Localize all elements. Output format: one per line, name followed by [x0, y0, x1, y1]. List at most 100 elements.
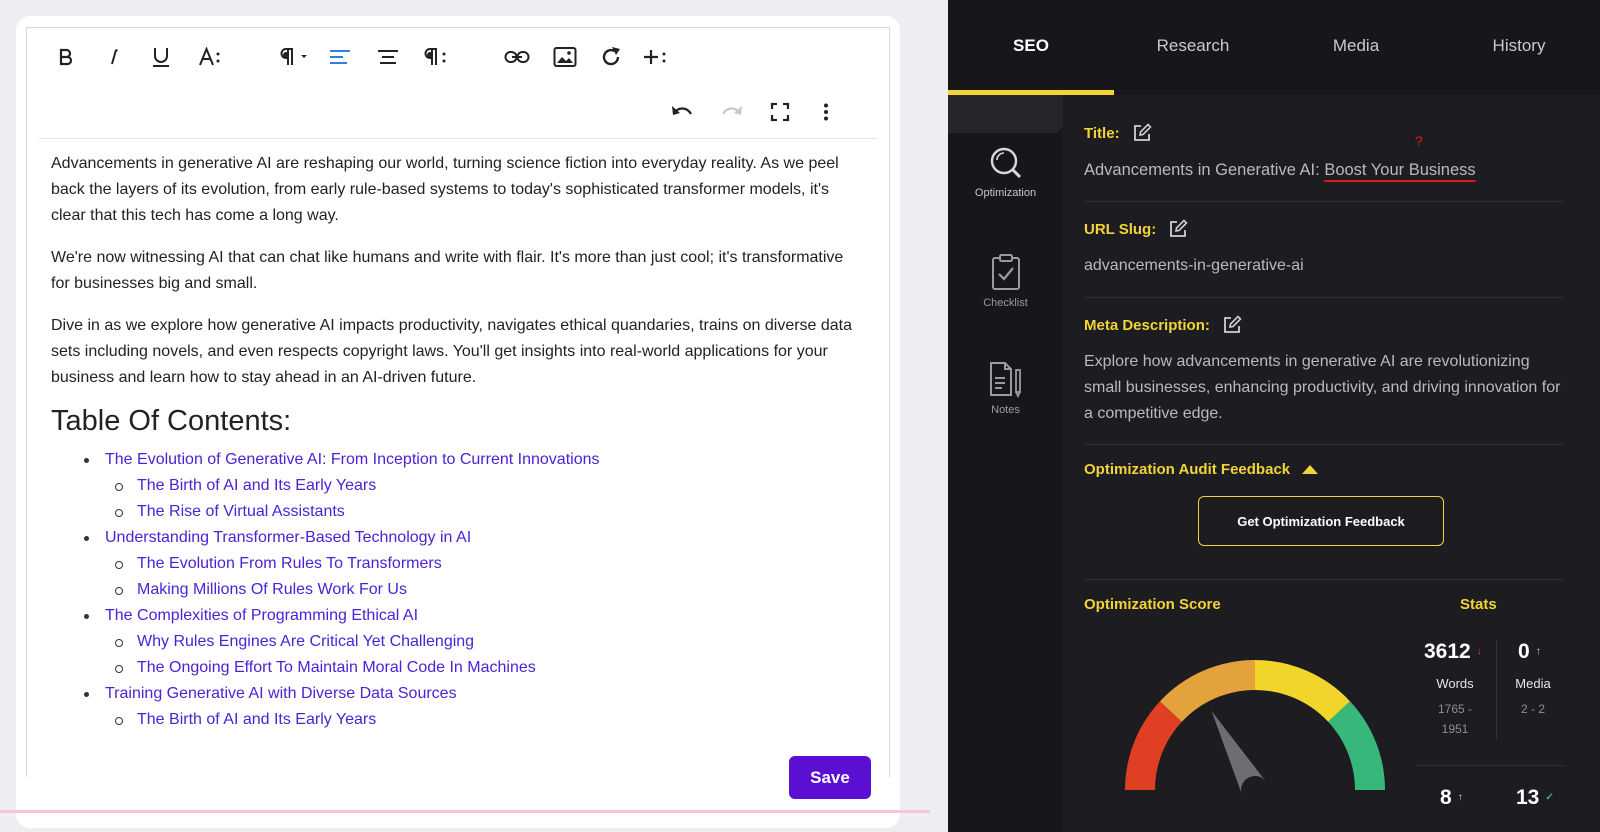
toc-link[interactable]: Training Generative AI with Diverse Data… — [105, 685, 457, 702]
stat-3-value: 8 ↑ — [1440, 786, 1463, 810]
get-feedback-button[interactable]: Get Optimization Feedback — [1198, 496, 1444, 546]
bottom-border — [0, 810, 930, 813]
paragraph: Dive in as we explore how generative AI … — [51, 317, 853, 386]
stats-divider — [1496, 640, 1497, 740]
caret-up-icon — [1302, 465, 1319, 474]
toc-subitem: The Birth of AI and Its Early Years — [51, 707, 863, 733]
toc-subitem: Making Millions Of Rules Work For Us — [51, 577, 863, 603]
side-nav-optimization[interactable]: Optimization — [948, 145, 1063, 199]
toc-item: Training Generative AI with Diverse Data… — [51, 681, 863, 707]
gauge-segment-red — [1125, 701, 1182, 790]
stat-media-value: 0 ↑ — [1518, 640, 1541, 664]
edit-title-icon[interactable] — [1132, 123, 1152, 143]
stat-words-range: 1765 - 1951 — [1424, 699, 1486, 739]
divider — [1084, 297, 1564, 298]
image-icon[interactable] — [551, 44, 579, 70]
divider — [1084, 201, 1564, 202]
tab-history[interactable]: History — [1436, 0, 1600, 95]
slug-value[interactable]: advancements-in-generative-ai — [1084, 253, 1564, 279]
stat-words-value: 3612 ↓ — [1424, 640, 1482, 664]
gauge-segment-orange — [1159, 660, 1255, 722]
redo-icon — [719, 100, 745, 124]
divider — [1416, 765, 1566, 766]
toc-item: The Complexities of Programming Ethical … — [51, 603, 863, 629]
more-vertical-icon[interactable] — [815, 99, 837, 125]
score-label: Optimization Score — [1084, 596, 1221, 613]
stat-media-range: 2 - 2 — [1520, 702, 1545, 716]
stat-words-range-min: 1765 - — [1437, 702, 1473, 716]
tab-seo[interactable]: SEO — [948, 0, 1114, 95]
warning-mark: ? — [1415, 133, 1423, 149]
toc-heading: Table Of Contents: — [51, 405, 292, 437]
redo-refresh-icon[interactable] — [597, 44, 625, 70]
side-nav-notes[interactable]: Notes — [948, 360, 1063, 416]
toc-link[interactable]: Why Rules Engines Are Critical Yet Chall… — [137, 633, 474, 650]
side-nav-checklist[interactable]: Checklist — [948, 253, 1063, 309]
toc-link[interactable]: The Complexities of Programming Ethical … — [105, 607, 418, 624]
edit-slug-icon[interactable] — [1168, 219, 1188, 239]
toc-link[interactable]: The Evolution of Generative AI: From Inc… — [105, 451, 599, 468]
toc-link[interactable]: Understanding Transformer-Based Technolo… — [105, 529, 471, 546]
stat-4-number: 13 — [1516, 786, 1540, 809]
paragraph-format-icon[interactable] — [277, 45, 313, 69]
italic-icon[interactable] — [103, 46, 125, 68]
editor-frame: Advancements in generative AI are reshap… — [26, 27, 890, 777]
paragraph: We're now witnessing AI that can chat li… — [51, 249, 844, 292]
editor-content[interactable]: Advancements in generative AI are reshap… — [51, 151, 863, 733]
more-insert-icon[interactable] — [641, 44, 671, 70]
stat-3-number: 8 — [1440, 786, 1452, 809]
toc-link[interactable]: The Evolution From Rules To Transformers — [137, 555, 442, 572]
side-nav: Optimization Checklist Notes — [948, 95, 1063, 832]
tab-research[interactable]: Research — [1110, 0, 1276, 95]
paragraph-style-icon[interactable] — [421, 45, 451, 69]
check-icon: ✓ — [1545, 792, 1554, 803]
stat-words-range-max: 1951 — [1441, 722, 1469, 736]
slug-label-row: URL Slug: — [1084, 219, 1188, 239]
underline-icon[interactable] — [149, 45, 173, 69]
notes-icon — [989, 362, 1021, 398]
align-center-icon[interactable] — [375, 45, 401, 69]
font-size-icon[interactable] — [197, 45, 225, 69]
divider — [1084, 579, 1564, 580]
editor-card: Advancements in generative AI are reshap… — [16, 16, 900, 828]
toc-link[interactable]: The Ongoing Effort To Maintain Moral Cod… — [137, 659, 536, 676]
undo-icon[interactable] — [669, 100, 695, 124]
fullscreen-icon[interactable] — [767, 99, 793, 125]
side-nav-cap — [948, 95, 1063, 133]
toc-subitem: The Rise of Virtual Assistants — [51, 499, 863, 525]
gauge-segment-yellow — [1255, 660, 1351, 722]
toc-subitem: The Evolution From Rules To Transformers — [51, 551, 863, 577]
stat-4-value: 13 ✓ — [1516, 786, 1554, 810]
stat-media-number: 0 — [1518, 640, 1530, 663]
score-gauge — [1125, 660, 1385, 797]
audit-toggle[interactable]: Optimization Audit Feedback — [1084, 461, 1319, 478]
toc-subitem: The Birth of AI and Its Early Years — [51, 473, 863, 499]
gauge-needle — [1211, 711, 1268, 797]
meta-label: Meta Description: — [1084, 316, 1210, 334]
toc-link[interactable]: Making Millions Of Rules Work For Us — [137, 581, 407, 598]
align-left-icon[interactable] — [327, 45, 353, 69]
arrow-up-icon: ↑ — [1457, 792, 1463, 803]
toc-link[interactable]: The Birth of AI and Its Early Years — [137, 711, 376, 728]
stats-label: Stats — [1460, 596, 1497, 613]
meta-label-row: Meta Description: — [1084, 315, 1242, 335]
side-nav-label: Checklist — [983, 297, 1028, 309]
toc-item: The Evolution of Generative AI: From Inc… — [51, 447, 863, 473]
tab-media[interactable]: Media — [1273, 0, 1439, 95]
title-label: Title: — [1084, 124, 1120, 142]
edit-meta-icon[interactable] — [1222, 315, 1242, 335]
toc-link[interactable]: The Rise of Virtual Assistants — [137, 503, 345, 520]
save-button[interactable]: Save — [789, 756, 871, 799]
title-value[interactable]: Advancements in Generative AI: Boost You… — [1084, 157, 1564, 183]
table-of-contents: The Evolution of Generative AI: From Inc… — [51, 447, 863, 733]
slug-label: URL Slug: — [1084, 220, 1157, 238]
toolbar-divider — [39, 138, 877, 139]
side-nav-label: Notes — [991, 404, 1020, 416]
meta-value[interactable]: Explore how advancements in generative A… — [1084, 349, 1564, 427]
link-icon[interactable] — [503, 45, 531, 69]
toc-link[interactable]: The Birth of AI and Its Early Years — [137, 477, 376, 494]
bold-icon[interactable] — [55, 46, 77, 68]
seo-panel: SEO Research Media History Optimization … — [948, 0, 1600, 832]
side-nav-label: Optimization — [974, 187, 1037, 199]
magnifier-icon — [990, 147, 1021, 179]
